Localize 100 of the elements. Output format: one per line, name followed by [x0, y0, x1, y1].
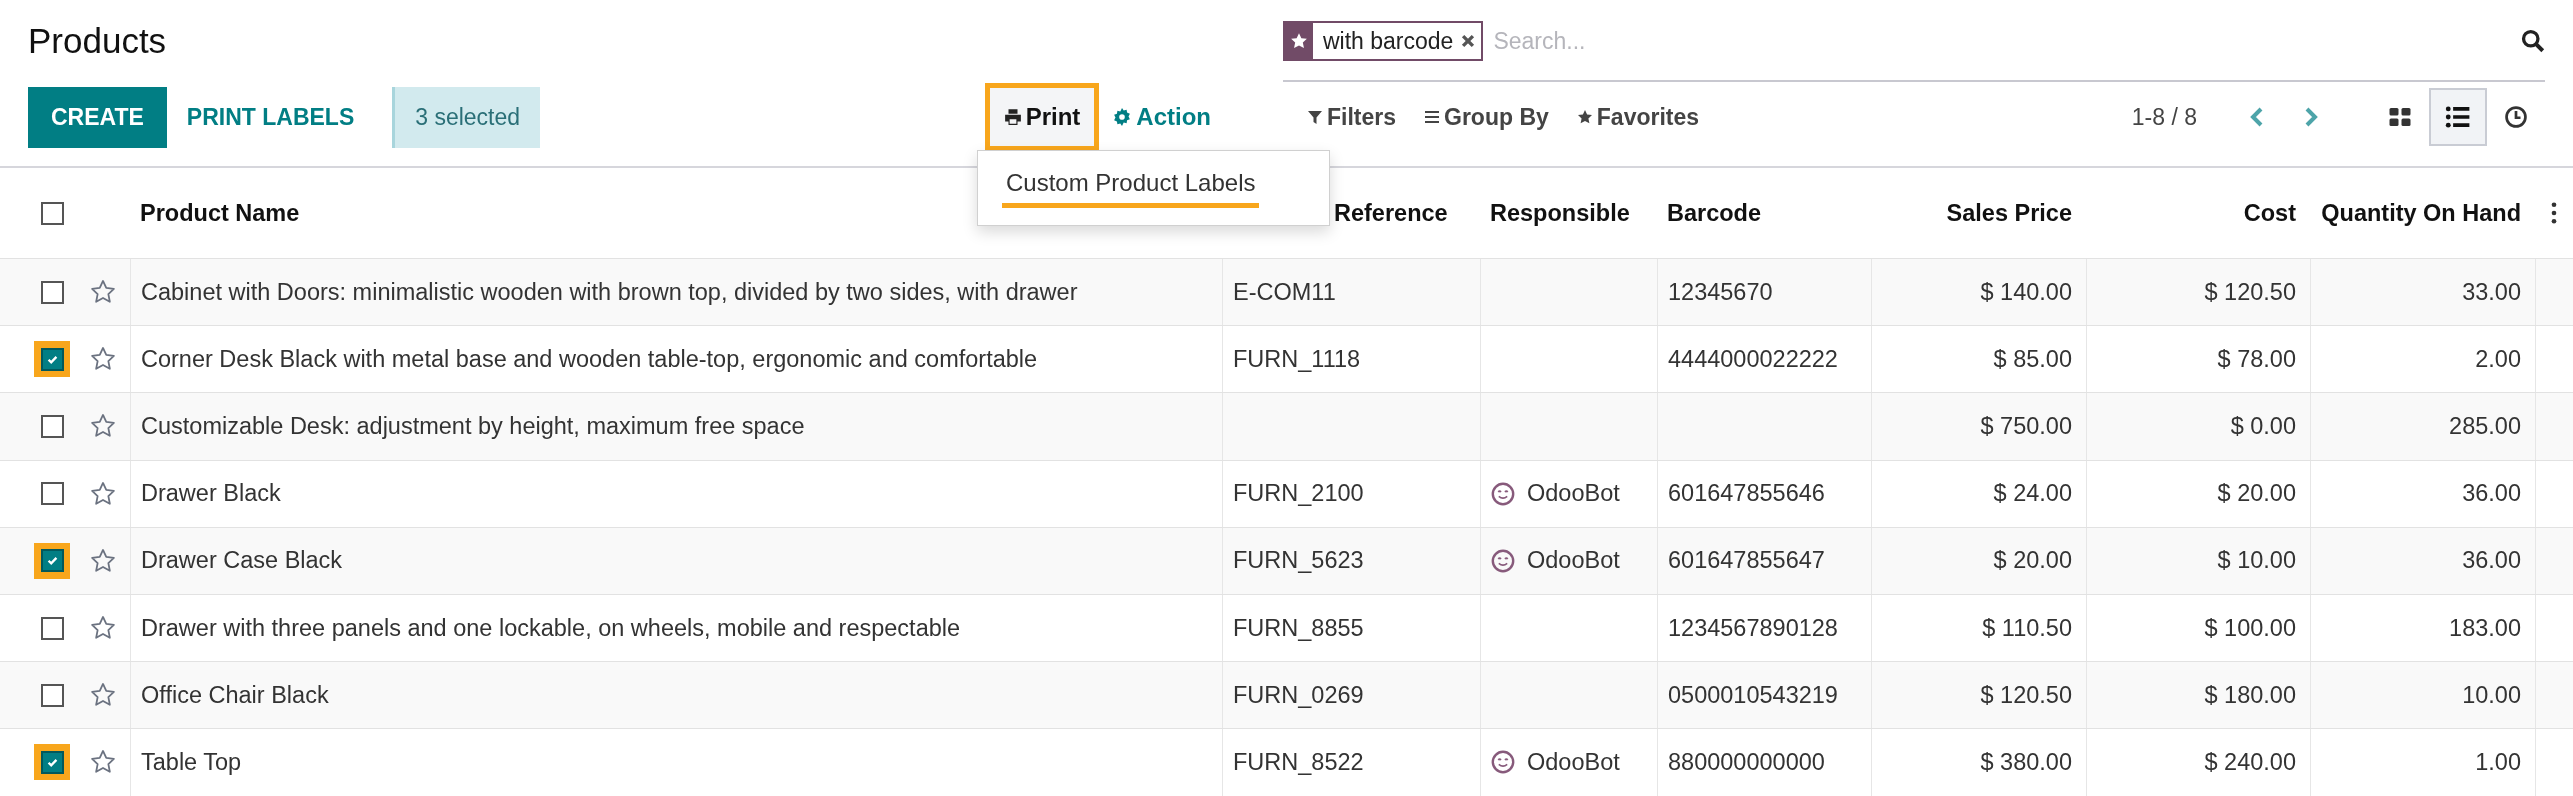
product-name-cell: Table Top — [141, 748, 242, 776]
search-field[interactable]: Search... — [1489, 27, 2515, 55]
more-options-icon[interactable] — [2551, 202, 2557, 224]
favorite-menu-button[interactable]: Favorites — [1562, 87, 1714, 147]
responsible-cell: OdooBot — [1527, 748, 1620, 776]
create-button[interactable]: CREATE — [28, 86, 167, 148]
star-icon[interactable] — [89, 749, 116, 776]
smiley-avatar-icon — [1491, 548, 1515, 573]
cost-cell: $ 10.00 — [2217, 547, 2296, 575]
sales-price-cell: $ 140.00 — [1980, 278, 2072, 306]
sales-price-header[interactable]: Sales Price — [1946, 199, 2072, 227]
reference-cell: FURN_8522 — [1233, 748, 1364, 776]
list-view-button[interactable] — [2429, 88, 2487, 146]
star-icon — [1290, 32, 1308, 50]
lines-icon — [1424, 109, 1441, 125]
star-icon[interactable] — [89, 413, 116, 440]
product-name-cell: Drawer with three panels and one lockable, on wheels, mobile and respectable — [141, 614, 961, 642]
selection-count: 3 selected — [392, 86, 541, 148]
star-icon[interactable] — [89, 480, 116, 507]
reference-cell: FURN_1118 — [1233, 345, 1361, 373]
product-name-cell: Office Chair Black — [141, 681, 329, 709]
gear-icon — [1113, 108, 1132, 126]
funnel-icon — [1307, 109, 1323, 125]
product-name-cell: Drawer Case Black — [141, 547, 343, 575]
row-checkbox[interactable] — [40, 414, 64, 438]
reference-cell: E-COM11 — [1233, 278, 1336, 306]
previous-page-icon[interactable] — [2249, 106, 2265, 128]
filter-facet[interactable]: with barcode — [1283, 21, 1484, 61]
row-checkbox[interactable] — [40, 280, 64, 304]
select-all-checkbox[interactable] — [41, 201, 64, 225]
row-checkbox[interactable] — [40, 347, 64, 371]
barcode-cell: 880000000000 — [1668, 748, 1825, 776]
cost-cell: $ 180.00 — [2204, 681, 2296, 709]
product-name-header[interactable]: Product Name — [140, 199, 300, 227]
barcode-cell: 4444000022222 — [1668, 345, 1838, 373]
quantity-cell: 2.00 — [2475, 345, 2521, 373]
custom-labels-menu-item[interactable]: Custom Product Labels — [1002, 168, 1260, 208]
cost-cell: $ 20.00 — [2217, 480, 2296, 508]
smiley-avatar-icon — [1491, 750, 1515, 775]
clock-icon — [2504, 105, 2528, 129]
row-checkbox[interactable] — [40, 482, 64, 506]
smiley-avatar-icon — [1491, 481, 1515, 506]
sales-price-cell: $ 750.00 — [1980, 412, 2072, 440]
product-name-cell: Customizable Desk: adjustment by height, maximum free space — [141, 412, 805, 440]
action-button[interactable]: Action — [1099, 87, 1225, 147]
row-checkbox[interactable] — [40, 616, 64, 640]
print-button[interactable]: Print — [984, 83, 1100, 151]
sales-price-cell: $ 85.00 — [1993, 345, 2072, 373]
row-checkbox[interactable] — [40, 683, 64, 707]
responsible-cell: OdooBot — [1527, 480, 1620, 508]
sales-price-cell: $ 380.00 — [1980, 748, 2072, 776]
reference-header[interactable]: Reference — [1334, 199, 1448, 227]
product-name-cell: Corner Desk Black with metal base and wooden table-top, ergonomic and comfortable — [141, 345, 1038, 373]
quantity-cell: 285.00 — [2449, 412, 2521, 440]
quantity-cell: 10.00 — [2462, 681, 2521, 709]
responsible-header[interactable]: Responsible — [1490, 199, 1630, 227]
sales-price-cell: $ 20.00 — [1993, 547, 2072, 575]
quantity-cell: 1.00 — [2475, 748, 2521, 776]
list-icon — [2445, 104, 2471, 130]
search-icon[interactable] — [2521, 29, 2545, 53]
row-checkbox[interactable] — [40, 750, 64, 774]
cost-cell: $ 0.00 — [2230, 412, 2296, 440]
product-name-cell: Cabinet with Doors: minimalistic wooden with brown top, divided by two sides, with drawer — [141, 278, 1078, 306]
next-page-icon[interactable] — [2303, 106, 2319, 128]
filter-menu-button[interactable]: Filters — [1293, 87, 1411, 147]
checkmark-icon — [45, 554, 59, 568]
cost-cell: $ 240.00 — [2204, 748, 2296, 776]
star-icon[interactable] — [89, 547, 116, 574]
cost-cell: $ 120.50 — [2204, 278, 2296, 306]
star-icon — [1576, 109, 1593, 125]
reference-cell: FURN_2100 — [1233, 480, 1364, 508]
reference-cell: FURN_8855 — [1233, 614, 1364, 642]
barcode-header[interactable]: Barcode — [1667, 199, 1762, 227]
row-checkbox[interactable] — [40, 549, 64, 573]
quantity-header[interactable]: Quantity On Hand — [2321, 199, 2521, 227]
star-icon[interactable] — [89, 279, 116, 306]
cost-cell: $ 100.00 — [2204, 614, 2296, 642]
print-labels-button[interactable]: PRINT LABELS — [166, 86, 375, 148]
barcode-cell: 12345670 — [1668, 278, 1773, 306]
quantity-cell: 183.00 — [2449, 614, 2521, 642]
cost-cell: $ 78.00 — [2217, 345, 2296, 373]
barcode-cell: 601647855647 — [1668, 547, 1825, 575]
group-menu-button[interactable]: Group By — [1410, 87, 1563, 147]
star-icon[interactable] — [89, 682, 116, 709]
sales-price-cell: $ 120.50 — [1980, 681, 2072, 709]
cost-header[interactable]: Cost — [2243, 199, 2296, 227]
star-icon[interactable] — [89, 346, 116, 373]
remove-icon[interactable] — [1461, 34, 1476, 48]
sales-price-cell: $ 110.50 — [1982, 614, 2072, 642]
reference-cell: FURN_5623 — [1233, 547, 1364, 575]
quantity-cell: 36.00 — [2462, 547, 2521, 575]
reference-cell: FURN_0269 — [1233, 681, 1364, 709]
page-title: Products — [28, 21, 167, 61]
responsible-cell: OdooBot — [1527, 547, 1620, 575]
quantity-cell: 33.00 — [2462, 278, 2521, 306]
sales-price-cell: $ 24.00 — [1993, 480, 2072, 508]
star-icon[interactable] — [89, 615, 116, 642]
barcode-cell: 1234567890128 — [1668, 614, 1838, 642]
pager-value: 1-8 / 8 — [2131, 103, 2197, 131]
barcode-cell: 601647855646 — [1668, 480, 1825, 508]
